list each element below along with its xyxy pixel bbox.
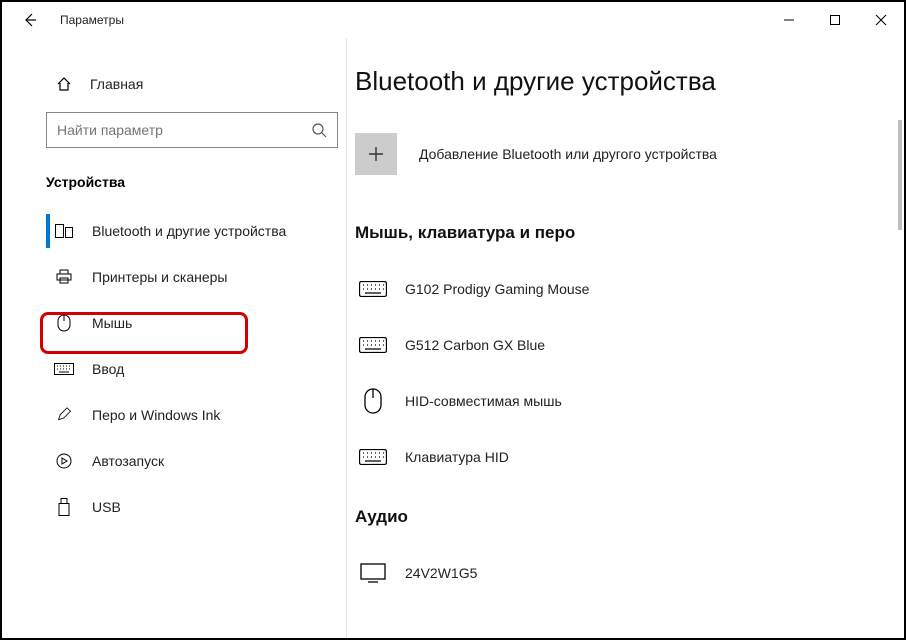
- sidebar-item-label: Bluetooth и другие устройства: [92, 223, 286, 239]
- close-icon: [875, 14, 887, 26]
- sidebar-item-label: Перо и Windows Ink: [92, 407, 220, 423]
- sidebar-item-label: Принтеры и сканеры: [92, 269, 227, 285]
- arrow-left-icon: [22, 12, 38, 28]
- device-label: G512 Carbon GX Blue: [405, 337, 545, 353]
- home-link[interactable]: Главная: [2, 70, 346, 98]
- minimize-button[interactable]: [766, 2, 812, 38]
- sidebar-item-label: Ввод: [92, 361, 124, 377]
- nav-list: Bluetooth и другие устройства Принтеры и…: [2, 208, 346, 530]
- device-item[interactable]: Клавиатура HID: [355, 429, 880, 485]
- window-controls: [766, 2, 904, 38]
- sidebar-item-autoplay[interactable]: Автозапуск: [2, 438, 346, 484]
- monitor-icon: [355, 563, 391, 583]
- sidebar-item-bluetooth[interactable]: Bluetooth и другие устройства: [2, 208, 346, 254]
- home-icon: [54, 76, 74, 92]
- device-label: G102 Prodigy Gaming Mouse: [405, 281, 589, 297]
- keyboard-icon: [54, 363, 74, 375]
- section-label: Устройства: [46, 174, 346, 190]
- main-content: Bluetooth и другие устройства Добавление…: [347, 38, 904, 638]
- device-label: Клавиатура HID: [405, 449, 509, 465]
- scrollbar[interactable]: [898, 120, 902, 230]
- titlebar: Параметры: [2, 2, 904, 38]
- sidebar-item-typing[interactable]: Ввод: [2, 346, 346, 392]
- search-icon: [311, 122, 327, 138]
- sidebar-item-printers[interactable]: Принтеры и сканеры: [2, 254, 346, 300]
- back-button[interactable]: [14, 4, 46, 36]
- sidebar-item-label: Автозапуск: [92, 453, 164, 469]
- device-item[interactable]: G102 Prodigy Gaming Mouse: [355, 261, 880, 317]
- keyboard-icon: [355, 281, 391, 297]
- device-label: HID-совместимая мышь: [405, 393, 562, 409]
- keyboard-icon: [355, 449, 391, 465]
- device-item[interactable]: HID-совместимая мышь: [355, 373, 880, 429]
- sidebar-item-label: USB: [92, 499, 121, 515]
- sidebar-item-usb[interactable]: USB: [2, 484, 346, 530]
- mouse-icon: [355, 388, 391, 414]
- search-box[interactable]: [46, 112, 338, 148]
- mouse-icon: [54, 314, 74, 332]
- search-input[interactable]: [57, 122, 311, 138]
- maximize-button[interactable]: [812, 2, 858, 38]
- autoplay-icon: [54, 453, 74, 469]
- page-title: Bluetooth и другие устройства: [355, 66, 880, 97]
- group-title-input: Мышь, клавиатура и перо: [355, 223, 880, 243]
- keyboard-icon: [355, 337, 391, 353]
- usb-icon: [54, 498, 74, 516]
- pen-icon: [54, 407, 74, 423]
- group-title-audio: Аудио: [355, 507, 880, 527]
- device-label: 24V2W1G5: [405, 565, 477, 581]
- minimize-icon: [783, 14, 795, 26]
- device-item[interactable]: G512 Carbon GX Blue: [355, 317, 880, 373]
- add-device-label: Добавление Bluetooth или другого устройс…: [419, 146, 717, 162]
- close-button[interactable]: [858, 2, 904, 38]
- plus-icon: [367, 145, 385, 163]
- maximize-icon: [829, 14, 841, 26]
- plus-tile: [355, 133, 397, 175]
- device-item[interactable]: 24V2W1G5: [355, 545, 880, 601]
- app-title: Параметры: [60, 13, 124, 27]
- devices-icon: [54, 224, 74, 238]
- printer-icon: [54, 269, 74, 285]
- home-label: Главная: [90, 76, 143, 92]
- add-device-button[interactable]: Добавление Bluetooth или другого устройс…: [355, 133, 880, 175]
- sidebar: Главная Устройства Bluetooth и другие ус…: [2, 38, 347, 638]
- sidebar-item-pen[interactable]: Перо и Windows Ink: [2, 392, 346, 438]
- sidebar-item-label: Мышь: [92, 315, 132, 331]
- sidebar-item-mouse[interactable]: Мышь: [2, 300, 346, 346]
